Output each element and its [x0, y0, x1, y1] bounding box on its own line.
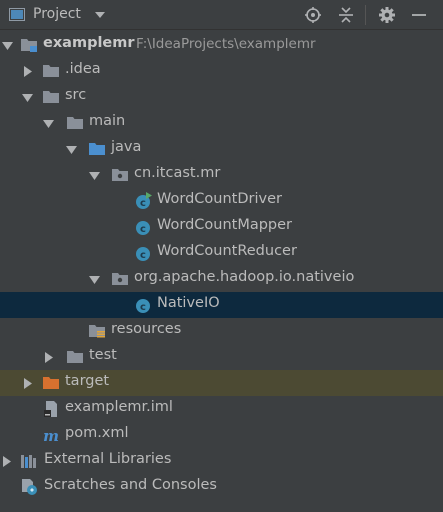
- tree-node-label: cn.itcast.mr: [134, 165, 221, 181]
- collapse-arrow-icon[interactable]: [22, 378, 33, 389]
- tree-node-main[interactable]: main: [0, 110, 443, 136]
- resources-folder-icon: [89, 325, 105, 338]
- tree-node-label: WordCountReducer: [157, 243, 297, 259]
- tree-node-class-wordcountmapper[interactable]: c WordCountMapper: [0, 214, 443, 240]
- tree-node-class-wordcountreducer[interactable]: c WordCountReducer: [0, 240, 443, 266]
- tree-node-label: WordCountDriver: [157, 191, 282, 207]
- java-class-icon: c: [136, 247, 150, 261]
- tree-node-label: main: [89, 113, 126, 129]
- tree-node-label: resources: [111, 321, 182, 337]
- tree-node-external-libraries[interactable]: External Libraries: [0, 448, 443, 474]
- tree-node-label: NativeIO: [157, 295, 220, 311]
- svg-text:c: c: [140, 302, 146, 313]
- java-class-icon: c: [136, 221, 150, 235]
- tree-node-package-nativeio[interactable]: org.apache.hadoop.io.nativeio: [0, 266, 443, 292]
- tree-node-idea[interactable]: .idea: [0, 58, 443, 84]
- tree-node-scratches[interactable]: Scratches and Consoles: [0, 474, 443, 500]
- folder-icon: [43, 65, 59, 77]
- toolbar-separator: [365, 5, 366, 25]
- expand-arrow-icon[interactable]: [89, 170, 100, 181]
- tree-node-label: examplemr: [43, 35, 135, 51]
- project-view-icon: [9, 8, 25, 21]
- tree-node-src[interactable]: src: [0, 84, 443, 110]
- tree-node-label: target: [65, 373, 110, 389]
- tree-node-iml-file[interactable]: examplemr.iml: [0, 396, 443, 422]
- tree-node-label: Scratches and Consoles: [44, 477, 217, 493]
- scratches-icon: [22, 479, 37, 495]
- tree-node-label: java: [111, 139, 142, 155]
- tree-node-label: test: [89, 347, 117, 363]
- svg-text:c: c: [140, 224, 146, 235]
- iml-file-icon: [44, 401, 57, 417]
- project-view-title[interactable]: Project: [33, 6, 81, 22]
- expand-arrow-icon[interactable]: [43, 118, 54, 129]
- expand-arrow-icon[interactable]: [89, 274, 100, 285]
- library-icon: [21, 455, 36, 468]
- project-toolbar: Project: [0, 0, 443, 30]
- tree-node-label: examplemr.iml: [65, 399, 173, 415]
- tree-node-label: .idea: [65, 61, 101, 77]
- maven-icon: m: [43, 427, 59, 444]
- tree-node-test[interactable]: test: [0, 344, 443, 370]
- collapse-arrow-icon[interactable]: [43, 352, 54, 363]
- module-folder-icon: [21, 39, 37, 52]
- tree-node-package-cn-itcast-mr[interactable]: cn.itcast.mr: [0, 162, 443, 188]
- excluded-folder-icon: [43, 377, 59, 389]
- dropdown-icon[interactable]: [95, 11, 105, 19]
- tree-node-label: External Libraries: [44, 451, 172, 467]
- folder-icon: [67, 117, 83, 129]
- java-class-runnable-icon: c: [136, 192, 152, 209]
- tree-node-label: WordCountMapper: [157, 217, 293, 233]
- package-icon: [112, 169, 128, 181]
- tree-node-class-wordcountdriver[interactable]: c WordCountDriver: [0, 188, 443, 214]
- tree-node-examplemr[interactable]: examplemr F:\IdeaProjects\examplemr: [0, 32, 443, 58]
- tree-node-label: org.apache.hadoop.io.nativeio: [134, 269, 355, 285]
- tree-node-path: F:\IdeaProjects\examplemr: [136, 36, 316, 52]
- collapse-arrow-icon[interactable]: [1, 456, 12, 467]
- expand-arrow-icon[interactable]: [22, 92, 33, 103]
- locate-icon[interactable]: [304, 6, 322, 24]
- source-folder-icon: [89, 143, 105, 155]
- folder-icon: [43, 91, 59, 103]
- package-icon: [112, 273, 128, 285]
- svg-text:c: c: [140, 250, 146, 261]
- java-class-icon: c: [136, 299, 150, 313]
- expand-arrow-icon[interactable]: [2, 40, 13, 51]
- svg-text:m: m: [43, 427, 59, 444]
- collapse-arrow-icon[interactable]: [22, 66, 33, 77]
- folder-icon: [67, 351, 83, 363]
- collapse-all-icon[interactable]: [337, 6, 355, 24]
- tree-node-class-nativeio[interactable]: c NativeIO: [0, 292, 443, 318]
- tree-node-label: pom.xml: [65, 425, 129, 441]
- settings-icon[interactable]: [378, 6, 396, 24]
- tree-node-resources[interactable]: resources: [0, 318, 443, 344]
- tree-node-pom-file[interactable]: m pom.xml: [0, 422, 443, 448]
- tree-node-java[interactable]: java: [0, 136, 443, 162]
- svg-text:c: c: [140, 198, 146, 209]
- tree-node-target[interactable]: target: [0, 370, 443, 396]
- minimize-icon[interactable]: [410, 6, 428, 24]
- expand-arrow-icon[interactable]: [66, 144, 77, 155]
- tree-node-label: src: [65, 87, 87, 103]
